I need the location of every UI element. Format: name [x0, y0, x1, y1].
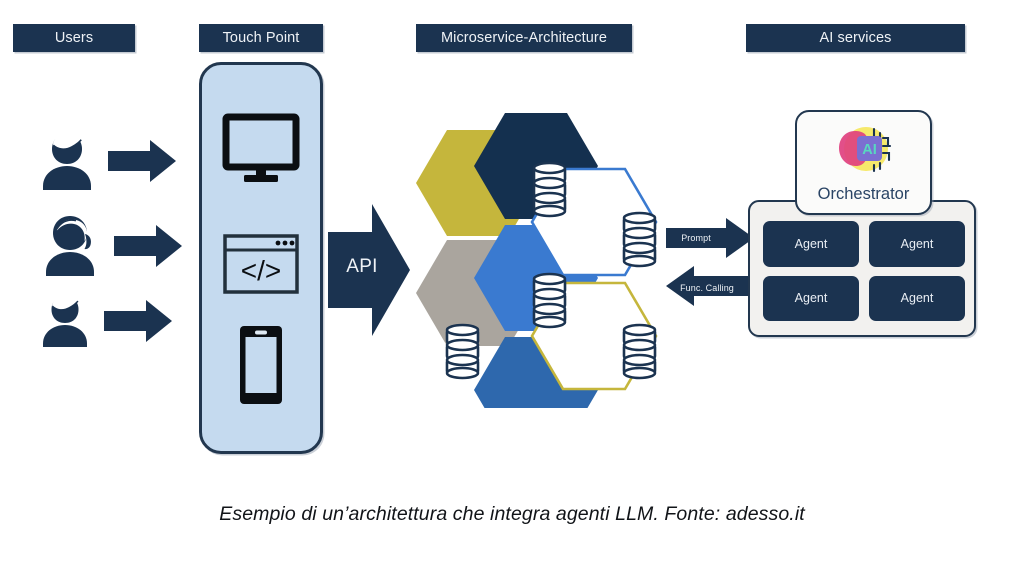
ai-chip-text: AI	[862, 142, 877, 158]
column-header-ai-services: AI services	[746, 24, 965, 52]
agent-label: Agent	[794, 236, 828, 251]
agent-label: Agent	[900, 291, 934, 306]
diagram-canvas: Users Touch Point Microservice-Architect…	[0, 0, 1024, 580]
arrow-right-icon	[112, 223, 184, 274]
smartphone-icon	[237, 323, 285, 412]
agent-box[interactable]: Agent	[869, 275, 965, 321]
orchestrator-card[interactable]: AI Orchestrator	[795, 110, 932, 215]
database-icon	[622, 323, 657, 380]
desktop-monitor-icon	[222, 113, 300, 190]
agent-label: Agent	[794, 291, 828, 306]
agent-box[interactable]: Agent	[763, 221, 859, 267]
user-row	[34, 128, 194, 199]
ai-services-panel: Agent Agent Agent Agent	[748, 200, 976, 337]
user-row	[34, 210, 194, 287]
touchpoint-panel: </>	[199, 62, 323, 454]
figure-caption: Esempio di un’architettura che integra a…	[219, 503, 805, 525]
function-calling-label: Func. Calling	[680, 283, 734, 293]
flow-arrows-group	[664, 216, 756, 316]
agent-box[interactable]: Agent	[763, 275, 859, 321]
column-header-ai-services-label: AI services	[819, 30, 892, 46]
agent-label: Agent	[900, 236, 934, 251]
column-header-microservice: Microservice-Architecture	[416, 24, 632, 52]
column-header-users: Users	[13, 24, 135, 52]
arrow-right-icon	[106, 138, 178, 189]
microservice-hexagon-cluster	[390, 108, 680, 443]
database-icon	[445, 323, 480, 380]
database-icon	[622, 211, 657, 268]
user-row	[34, 290, 194, 357]
code-browser-icon: </>	[222, 233, 300, 300]
code-glyph: </>	[241, 255, 281, 286]
api-label: API	[346, 256, 378, 277]
agent-grid: Agent Agent Agent Agent	[763, 221, 965, 321]
database-icon	[532, 161, 567, 218]
user-person-female-icon	[34, 210, 106, 287]
prompt-label: Prompt	[681, 233, 711, 243]
database-icon	[532, 272, 567, 329]
agent-box[interactable]: Agent	[869, 221, 965, 267]
user-person-icon	[34, 290, 96, 357]
column-header-microservice-label: Microservice-Architecture	[440, 30, 608, 46]
column-header-touchpoint-label: Touch Point	[222, 30, 300, 46]
column-header-users-label: Users	[54, 30, 94, 46]
column-header-touchpoint: Touch Point	[199, 24, 323, 52]
user-person-icon	[34, 128, 100, 199]
orchestrator-label: Orchestrator	[817, 185, 910, 203]
arrow-right-icon	[102, 298, 174, 349]
users-group	[34, 128, 194, 366]
ai-chip-icon: AI	[833, 119, 895, 186]
